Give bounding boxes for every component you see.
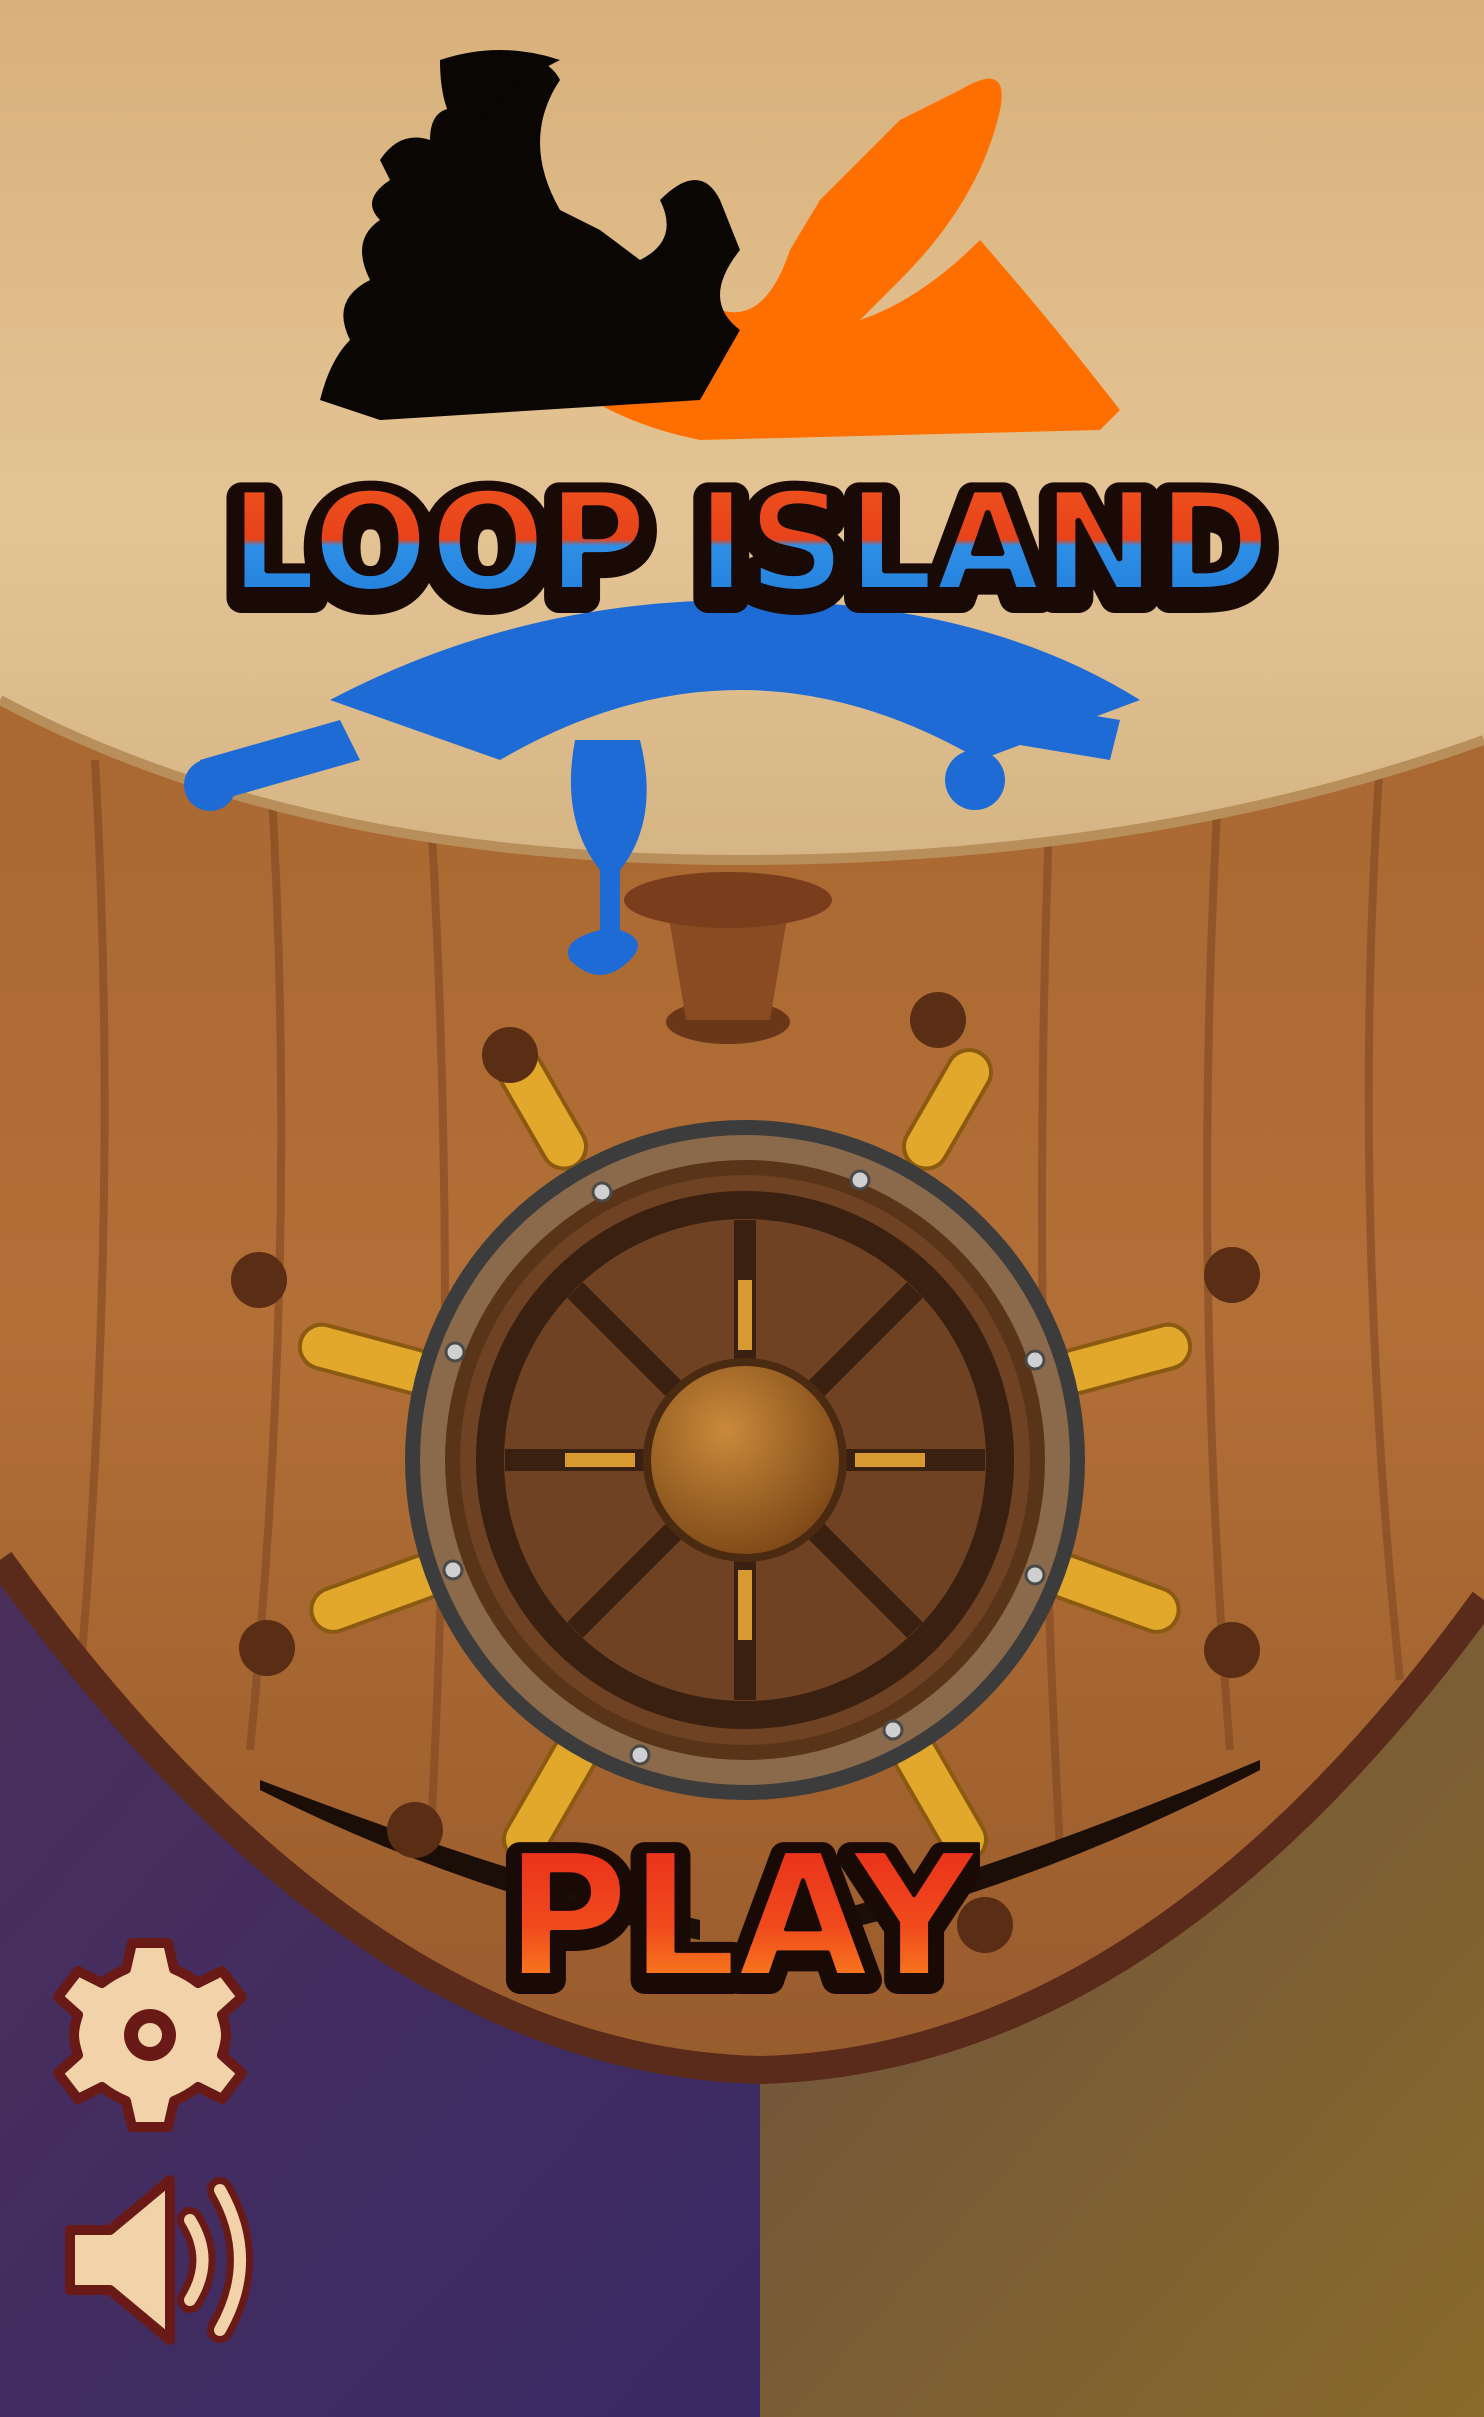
sound-button[interactable] [50, 2160, 270, 2360]
gear-icon [53, 1938, 247, 2132]
mast-cap [624, 872, 832, 928]
title-logo: LOOP ISLAND LOOP ISLAND [214, 455, 1286, 646]
wheel-hub [643, 1358, 847, 1562]
game-title: LOOP ISLAND [229, 462, 1271, 623]
game-screen: LOOP ISLAND LOOP ISLAND PLAY PLAY [0, 0, 1484, 2417]
play-button[interactable]: PLAY PLAY [490, 1790, 991, 2050]
play-label: PLAY [504, 1818, 977, 2016]
speaker-icon [65, 2175, 253, 2345]
settings-button[interactable] [45, 1930, 255, 2140]
play-button-graphic: PLAY PLAY [490, 1809, 991, 2035]
